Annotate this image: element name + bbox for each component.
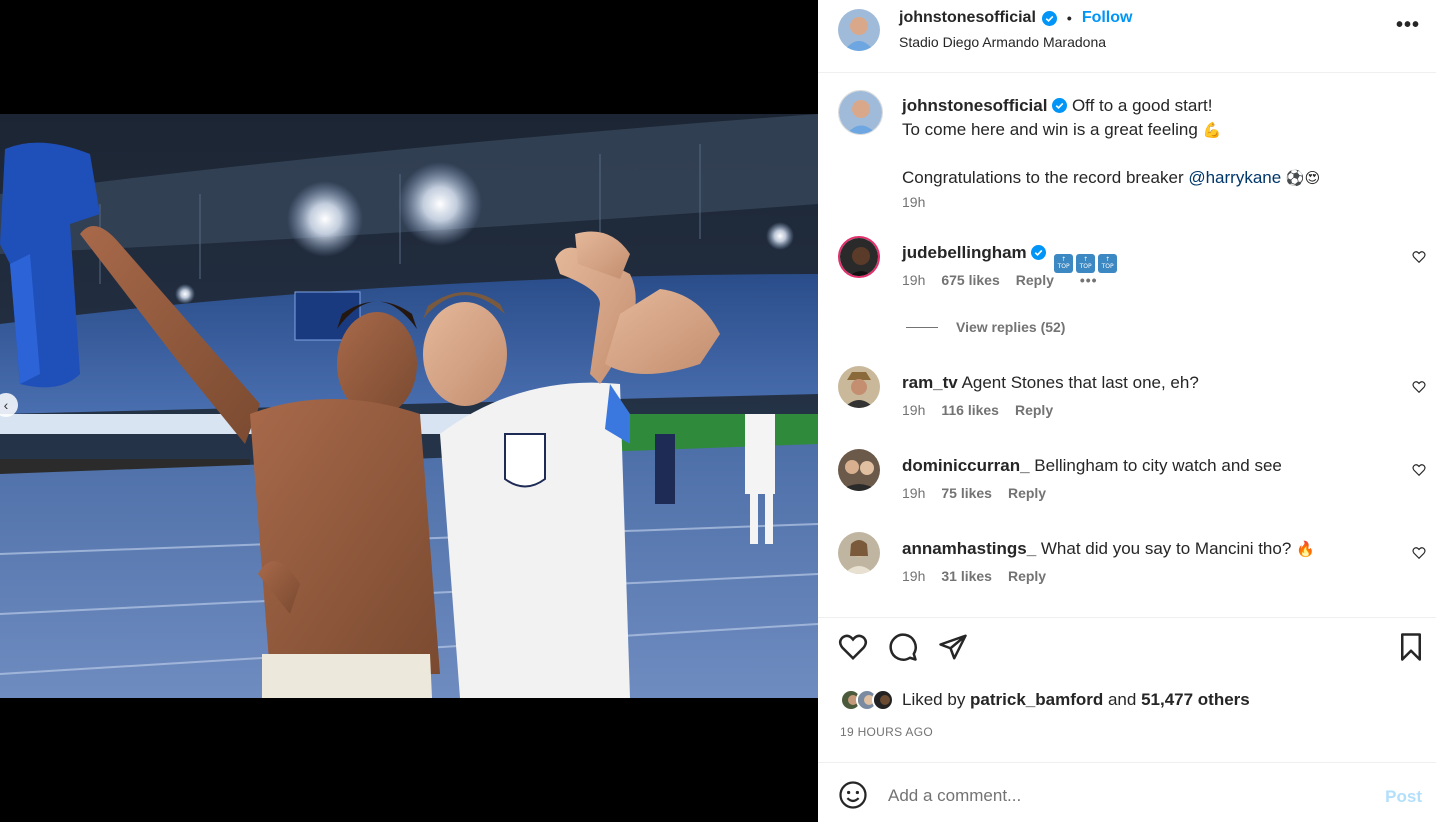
post-header: johnstonesofficial • Follow Stadio Diego… [818,0,1436,73]
mention-link[interactable]: @harrykane [1188,168,1281,187]
comments-section[interactable]: johnstonesofficial Off to a good start! … [818,73,1436,618]
reply-button[interactable]: Reply [1008,568,1046,584]
comment-body: What did you say to Mancini tho? [1040,539,1292,558]
post-location[interactable]: Stadio Diego Armando Maradona [899,34,1106,50]
post-panel: johnstonesofficial • Follow Stadio Diego… [818,0,1436,822]
divider-line [906,326,938,328]
top-arrow-icon: ↑ TOP [1098,253,1118,273]
heart-icon[interactable] [1412,463,1426,477]
fire-emoji: 🔥 [1296,540,1315,558]
share-icon[interactable] [938,632,968,662]
verified-icon [1041,10,1057,26]
comment-text: dominiccurran_ Bellingham to city watch … [902,455,1382,477]
emoji-icon[interactable] [838,780,868,810]
comment-likes[interactable]: 116 likes [941,402,999,418]
comment-meta: 19h 675 likes Reply ••• [902,272,1098,288]
post-media: ‹ [0,0,818,822]
comment-username[interactable]: ram_tv [902,373,958,392]
reply-button[interactable]: Reply [1016,272,1054,288]
comment-icon[interactable] [888,632,918,662]
reply-button[interactable]: Reply [1008,485,1046,501]
comment-body: Agent Stones that last one, eh? [961,373,1199,392]
view-replies-label: View replies (52) [956,319,1066,335]
comment-time[interactable]: 19h [902,485,925,501]
caption-line-3: Congratulations to the record breaker [902,168,1189,187]
soccer-heart-eyes-emoji: ⚽😍 [1285,169,1321,187]
caption-line-1: Off to a good start! [1071,96,1213,115]
comment-username[interactable]: judebellingham [902,243,1027,262]
heart-icon[interactable] [1412,546,1426,560]
liked-by-user[interactable]: patrick_bamford [970,690,1103,710]
liked-by-prefix: Liked by [902,690,971,709]
caption-time[interactable]: 19h [902,194,925,210]
verified-icon [1052,98,1068,113]
avatar [872,689,894,711]
top-arrow-icon: ↑ TOP [1054,253,1074,273]
avatar[interactable] [838,90,883,135]
comment-time[interactable]: 19h [902,402,925,418]
reply-button[interactable]: Reply [1015,402,1053,418]
view-replies-button[interactable]: View replies (52) [906,319,1065,335]
comment-username[interactable]: annamhastings_ [902,539,1036,558]
comment-text: judebellingham ↑ TOP ↑ TOP ↑ TOP [902,242,1382,273]
author-username[interactable]: johnstonesofficial [899,9,1036,27]
avatar[interactable] [838,9,880,51]
add-comment-bar: Post [818,762,1436,822]
comment-more-icon[interactable]: ••• [1080,272,1098,288]
avatar[interactable] [838,236,880,278]
post-photo[interactable] [0,114,818,698]
comment-likes[interactable]: 675 likes [941,272,999,288]
flexed-biceps-emoji: 💪 [1202,121,1222,139]
likes-count[interactable]: 51,477 others [1141,690,1250,710]
comment-input[interactable] [888,785,1328,807]
likes-summary: Liked by patrick_bamford and 51,477 othe… [840,686,1250,714]
heart-icon[interactable] [1412,250,1426,264]
comment-meta: 19h 31 likes Reply [902,568,1046,584]
comment-time[interactable]: 19h [902,568,925,584]
post-actions [818,630,1436,672]
verified-icon [1031,245,1047,260]
liker-avatars[interactable] [840,689,894,711]
avatar[interactable] [838,532,880,574]
caption-text: johnstonesofficial Off to a good start! … [902,94,1412,190]
comment-username[interactable]: dominiccurran_ [902,456,1030,475]
top-arrow-icon: ↑ TOP [1076,253,1096,273]
avatar[interactable] [838,366,880,408]
caption-line-2: To come here and win is a great feeling [902,120,1198,139]
more-icon[interactable]: ••• [1396,14,1420,37]
comment-time[interactable]: 19h [902,272,925,288]
comment-text: ram_tv Agent Stones that last one, eh? [902,372,1382,394]
separator-dot: • [1066,10,1072,26]
comment-meta: 19h 116 likes Reply [902,402,1053,418]
comment-text: annamhastings_ What did you say to Manci… [902,538,1382,560]
post-timestamp[interactable]: 19 HOURS AGO [840,725,933,739]
comment-likes[interactable]: 31 likes [941,568,992,584]
caption-username[interactable]: johnstonesofficial [902,96,1047,115]
liked-by-middle: and [1103,690,1142,709]
post-button[interactable]: Post [1385,787,1422,807]
comment-meta: 19h 75 likes Reply [902,485,1046,501]
comment-body: Bellingham to city watch and see [1034,456,1282,475]
heart-icon[interactable] [838,632,868,662]
follow-button[interactable]: Follow [1082,9,1133,27]
comment-likes[interactable]: 75 likes [941,485,992,501]
bookmark-icon[interactable] [1396,632,1426,662]
heart-icon[interactable] [1412,380,1426,394]
post-author: johnstonesofficial • Follow [899,9,1132,27]
avatar[interactable] [838,449,880,491]
